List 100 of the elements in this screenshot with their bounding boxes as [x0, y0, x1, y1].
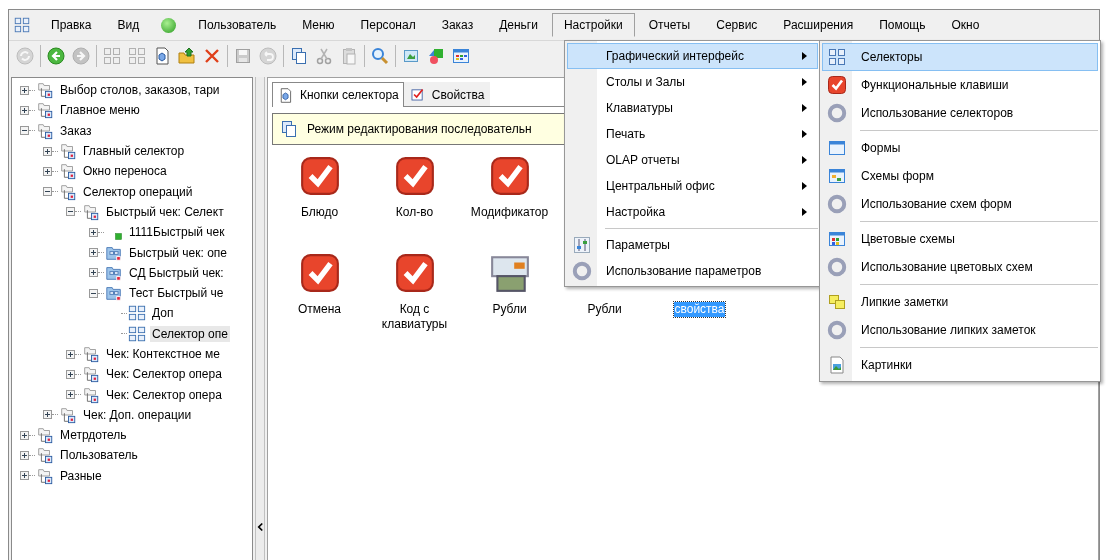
menu-item[interactable]: Настройки: [551, 13, 635, 37]
expand-icon[interactable]: [89, 268, 98, 278]
tree-item[interactable]: Тест Быстрый че: [127, 285, 226, 302]
expand-icon[interactable]: [20, 471, 29, 481]
menu-item-label[interactable]: Использование схем форм: [861, 197, 1012, 211]
menu-item[interactable]: Пользователь: [186, 13, 289, 37]
folder-arrow-icon[interactable]: [177, 46, 197, 66]
collapse-icon[interactable]: [89, 288, 98, 298]
menu-item[interactable]: Клавиатуры: [567, 95, 818, 121]
grid-icon[interactable]: [13, 16, 31, 34]
menu-item[interactable]: Графический интерфейс: [567, 43, 818, 69]
tree-item[interactable]: Метрдотель: [58, 427, 129, 444]
button-label[interactable]: Блюдо: [300, 205, 339, 220]
menu-item[interactable]: Помощь: [867, 13, 938, 37]
menu-item-label[interactable]: Селекторы: [861, 50, 923, 64]
menu-item[interactable]: Отчеты: [636, 13, 703, 37]
tree-item[interactable]: Разные: [58, 467, 104, 484]
menu-item-label[interactable]: Картинки: [861, 358, 912, 372]
menu-item[interactable]: Деньги: [487, 13, 550, 37]
menu-item-label[interactable]: Настройка: [606, 205, 666, 219]
menu-item[interactable]: Использование селекторов: [822, 99, 1098, 127]
tab-label[interactable]: Свойства: [431, 87, 485, 102]
tree-item[interactable]: Главное меню: [58, 102, 142, 119]
tree-item[interactable]: Доп: [150, 305, 176, 322]
menu-item-label[interactable]: Графический интерфейс: [606, 49, 744, 63]
expand-icon[interactable]: [20, 85, 29, 95]
chevron-left-icon[interactable]: [256, 522, 264, 532]
menu-item[interactable]: Персонал: [348, 13, 428, 37]
menu-item-label[interactable]: Столы и Залы: [606, 75, 685, 89]
tree-item[interactable]: Чек: Селектор опера: [104, 366, 224, 383]
menu-item[interactable]: Окно: [939, 13, 992, 37]
tree-item[interactable]: Чек: Контекстное ме: [104, 346, 223, 362]
menu-item[interactable]: Столы и Залы: [567, 69, 818, 95]
checkmark-icon[interactable]: [393, 155, 436, 197]
expand-icon[interactable]: [66, 390, 75, 400]
menu-item-label[interactable]: Использование цветовых схем: [861, 260, 1033, 274]
menu-item[interactable]: Схемы форм: [822, 162, 1098, 190]
expand-icon[interactable]: [43, 166, 52, 176]
button-label[interactable]: Отмена: [297, 302, 342, 317]
tree-item[interactable]: СД Быстрый чек:: [127, 264, 226, 281]
menu-item[interactable]: Центральный офис: [567, 173, 818, 199]
tab[interactable]: Свойства: [403, 82, 490, 106]
menu-item[interactable]: Использование параметров: [567, 258, 818, 284]
expand-icon[interactable]: [89, 248, 98, 257]
expand-icon[interactable]: [89, 227, 98, 237]
menu-item-label[interactable]: Функциональные клавиши: [861, 78, 1009, 92]
button-label[interactable]: Рубли: [587, 302, 622, 317]
menu-item[interactable]: Формы: [822, 134, 1098, 162]
expand-icon[interactable]: [43, 410, 52, 420]
checkmark-icon[interactable]: [298, 155, 341, 197]
tree-item[interactable]: Окно переноса: [81, 163, 169, 180]
tree-item[interactable]: Чек: Доп. операции: [81, 406, 194, 423]
expand-icon[interactable]: [20, 105, 29, 115]
menu-item-label[interactable]: Использование параметров: [606, 264, 762, 278]
menu-item[interactable]: Картинки: [822, 351, 1098, 379]
button-label[interactable]: Код с клавиатуры: [369, 302, 460, 332]
menu-item[interactable]: Меню: [290, 13, 347, 37]
tree-item[interactable]: Селектор операций: [81, 183, 195, 200]
menu-item-label[interactable]: Липкие заметки: [861, 295, 949, 309]
menu-item[interactable]: Печать: [567, 121, 818, 147]
menu-item[interactable]: Правка: [39, 13, 104, 37]
menu-item[interactable]: Сервис: [704, 13, 770, 37]
menu-item[interactable]: Использование схем форм: [822, 190, 1098, 218]
menu-item-label[interactable]: Схемы форм: [861, 169, 934, 183]
button-label[interactable]: Модификатор: [470, 205, 549, 220]
search-icon[interactable]: [370, 46, 390, 66]
tab-label[interactable]: Кнопки селектора: [300, 88, 399, 102]
tab[interactable]: Кнопки селектора: [272, 82, 404, 107]
tree-item[interactable]: Чек: Селектор опера: [104, 386, 224, 403]
tree-item[interactable]: Заказ: [58, 122, 94, 139]
shapes-icon[interactable]: [426, 46, 446, 66]
menu-item[interactable]: Использование липких заметок: [822, 316, 1098, 344]
expand-icon[interactable]: [66, 349, 75, 359]
menu-item[interactable]: Параметры: [567, 232, 818, 258]
expand-icon[interactable]: [20, 430, 29, 440]
expand-icon[interactable]: [66, 369, 75, 379]
menu-item-label[interactable]: Цветовые схемы: [861, 232, 955, 246]
menu-item[interactable]: Использование цветовых схем: [822, 253, 1098, 281]
menu-item[interactable]: Функциональные клавиши: [822, 71, 1098, 99]
menu-item-label[interactable]: Параметры: [606, 238, 670, 252]
menu-item[interactable]: Цветовые схемы: [822, 225, 1098, 253]
menu-item[interactable]: Заказ: [429, 13, 486, 37]
collapse-icon[interactable]: [43, 187, 52, 197]
tree-item[interactable]: Пользователь: [58, 447, 140, 464]
menu-item-label[interactable]: OLAP отчеты: [606, 153, 680, 167]
menu-item-label[interactable]: Использование селекторов: [861, 106, 1014, 120]
menu-item-label[interactable]: Клавиатуры: [606, 101, 673, 115]
button-label[interactable]: Кол-во: [395, 205, 434, 220]
tree-item[interactable]: Селектор опе: [150, 325, 230, 342]
tree-item[interactable]: Быстрый чек: опе: [127, 244, 230, 261]
copy-icon[interactable]: [289, 46, 309, 66]
tree-item[interactable]: 1111Быстрый чек: [127, 224, 227, 241]
collapse-icon[interactable]: [66, 207, 75, 217]
menu-item-label[interactable]: Формы: [861, 141, 901, 155]
menu-item[interactable]: OLAP отчеты: [567, 147, 818, 173]
menu-item-label[interactable]: Центральный офис: [606, 179, 715, 193]
menu-item[interactable]: Вид: [105, 13, 152, 37]
button-label[interactable]: Рубли: [492, 302, 527, 317]
menu-item-label[interactable]: Использование липких заметок: [861, 323, 1036, 337]
tree-item[interactable]: Быстрый чек: Селект: [104, 203, 226, 220]
